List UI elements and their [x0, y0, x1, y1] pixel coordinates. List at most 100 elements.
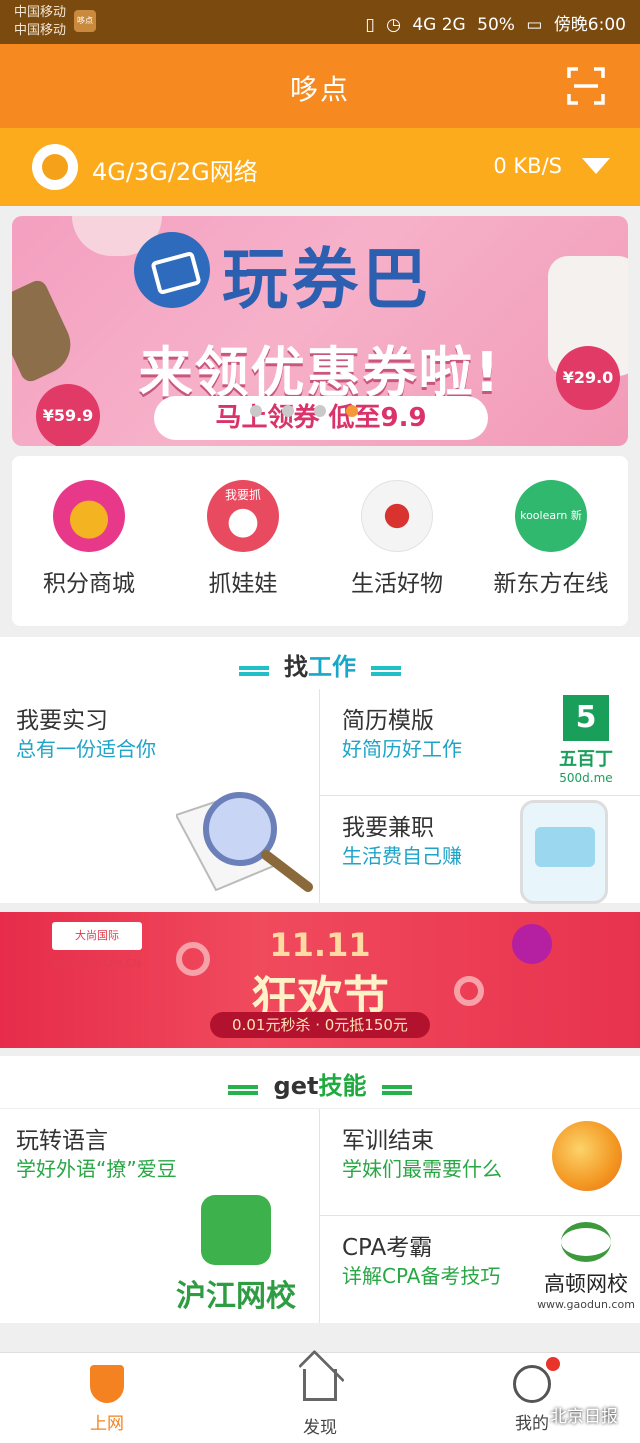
carrier-info: 中国移动 中国移动 [14, 4, 66, 40]
fox-logo-icon [552, 1121, 622, 1191]
scan-icon[interactable] [566, 66, 606, 106]
price-tag-left: ¥59.9 [36, 384, 100, 446]
card-subtitle: 学妹们最需要什么 [342, 1157, 502, 1181]
battery-icon: ▭ [526, 15, 543, 35]
leaf-icon [201, 1195, 271, 1265]
gaodun-logo: 高顿网校 www.gaodun.com [536, 1222, 636, 1318]
card-title: 军训结束 [342, 1128, 434, 1154]
card-title: 玩转语言 [16, 1128, 108, 1154]
section-title-prefix: get [273, 1072, 319, 1100]
section-title-prefix: 找 [284, 653, 308, 681]
network-type: 4G/3G/2G网络 [92, 158, 258, 186]
carousel-dot[interactable] [250, 405, 262, 417]
card-resume[interactable]: 简历模版 好简历好工作 5 五百丁 500d.me [320, 689, 640, 795]
section-title-highlight: 工作 [308, 653, 356, 681]
card-parttime[interactable]: 我要兼职 生活费自己赚 [320, 796, 640, 904]
clock: 傍晚6:00 [553, 15, 626, 35]
card-language[interactable]: 玩转语言 学好外语“撩”爱豆 沪江网校 [0, 1109, 319, 1323]
500d-logo-mark: 5 [563, 695, 609, 741]
section-title: get技能 [274, 1066, 367, 1101]
signal-icon: 4G 2G [412, 15, 466, 35]
ad-promo: 0.01元秒杀 · 0元抵150元 [210, 1012, 430, 1038]
card-subtitle: 生活费自己赚 [342, 844, 462, 868]
shortcut-label: 新东方在线 [493, 571, 609, 597]
notification-badge [546, 1357, 560, 1371]
status-right: ▯ ◷ 4G 2G 50% ▭ 傍晚6:00 [359, 10, 626, 35]
card-title: CPA考霸 [342, 1235, 433, 1261]
chevron-down-icon[interactable] [582, 158, 610, 174]
page-title: 哆点 [289, 73, 350, 106]
carrier-2: 中国移动 [14, 23, 67, 38]
card-cpa[interactable]: CPA考霸 详解CPA备考技巧 高顿网校 www.gaodun.com [320, 1216, 640, 1323]
carousel-dot-active[interactable] [346, 405, 358, 417]
promo-banner[interactable]: 玩券巴 来领优惠券啦! 马上领券 低至9.9 ¥59.9 ¥29.0 [12, 216, 628, 446]
section-header-jobs: 找工作 [0, 637, 640, 689]
network-status-bar[interactable]: 4G/3G/2G网络 0 KB/S [0, 128, 640, 206]
ad-headline-date: 11.11 [269, 926, 371, 964]
section-decoration-icon [238, 665, 269, 676]
section-title-highlight: 技能 [318, 1072, 367, 1100]
500d-logo: 5 五百丁 500d.me [548, 695, 624, 791]
gaodun-mark-icon [561, 1222, 611, 1262]
price-tag-right: ¥29.0 [556, 346, 620, 410]
koolearn-icon: koolearn 新东方在线 [515, 480, 587, 594]
shortcut-label: 积分商城 [43, 571, 135, 597]
carousel-dot[interactable] [314, 405, 326, 417]
shortcut-claw-machine[interactable]: 我要抓 抓娃娃 [166, 480, 320, 598]
shortcut-life-goods[interactable]: 生活好物 [320, 480, 474, 598]
user-icon [512, 1357, 560, 1405]
coins-icon [53, 480, 125, 552]
status-bar: 中国移动 中国移动 哆点 ▯ ◷ 4G 2G 50% ▭ 傍晚6:00 [0, 0, 640, 44]
magnifier-icon [176, 792, 313, 892]
watermark: 北京日报 [550, 1407, 618, 1427]
bottom-tab-bar: 上网 发现 我的 [0, 1352, 640, 1443]
500d-logo-url: 500d.me [559, 771, 613, 785]
tab-label: 上网 [90, 1414, 124, 1434]
card-subtitle: 详解CPA备考技巧 [342, 1264, 501, 1288]
phone-app-image [520, 800, 608, 904]
section-decoration-icon [381, 1084, 412, 1095]
battery-level: 50% [477, 15, 515, 35]
section-header-skills: get技能 [0, 1056, 640, 1108]
jobs-grid: 我要实习 总有一份适合你 简历模版 好简历好工作 5 五百丁 500d.me 我… [0, 689, 640, 904]
claw-machine-icon: 我要抓 [207, 480, 279, 552]
tab-discover[interactable]: 发现 [260, 1365, 380, 1438]
card-title: 简历模版 [342, 708, 434, 734]
card-title: 我要实习 [16, 708, 108, 734]
shortcut-label: 生活好物 [351, 571, 443, 597]
alarm-icon: ◷ [386, 15, 401, 35]
home-icon [300, 1369, 340, 1409]
card-internship[interactable]: 我要实习 总有一份适合你 [0, 689, 319, 903]
tab-internet[interactable]: 上网 [47, 1365, 167, 1434]
app-notification-icon: 哆点 [74, 10, 96, 32]
app-header: 哆点 [0, 44, 640, 128]
card-subtitle: 学好外语“撩”爱豆 [16, 1157, 177, 1181]
gaodun-logo-url: www.gaodun.com [537, 1298, 635, 1311]
section-title: 找工作 [284, 647, 356, 682]
hujiang-logo: 沪江网校 [166, 1195, 306, 1323]
shortcut-points-mall[interactable]: 积分商城 [12, 480, 166, 598]
shortcut-koolearn[interactable]: koolearn 新东方在线 新东方在线 [474, 480, 628, 598]
500d-logo-name: 五百丁 [559, 749, 613, 770]
carrier-logo-icon [32, 144, 78, 190]
ad-banner[interactable]: 大尚国际 DUSUN.COM.CN 11.11 狂欢节 0.01元秒杀 · 0元… [0, 912, 640, 1048]
skills-grid: 玩转语言 学好外语“撩”爱豆 沪江网校 军训结束 学妹们最需要什么 CPA考霸 … [0, 1109, 640, 1323]
shortcut-label: 抓娃娃 [208, 571, 278, 597]
vibrate-icon: ▯ [365, 15, 375, 35]
card-subtitle: 好简历好工作 [342, 737, 462, 761]
gaodun-logo-text: 高顿网校 [544, 1272, 628, 1296]
life-goods-icon [361, 480, 433, 552]
hujiang-logo-text: 沪江网校 [176, 1279, 296, 1314]
card-subtitle: 总有一份适合你 [16, 737, 156, 761]
coupon-icon [134, 232, 210, 308]
card-military-training[interactable]: 军训结束 学妹们最需要什么 [320, 1109, 640, 1215]
carousel-dot[interactable] [282, 405, 294, 417]
section-decoration-icon [228, 1084, 259, 1095]
wifi-shield-icon [87, 1365, 127, 1405]
banner-title: 玩券巴 [222, 241, 432, 318]
carousel-indicator [250, 402, 378, 421]
tab-label: 发现 [303, 1418, 337, 1438]
card-title: 我要兼职 [342, 815, 434, 841]
network-speed: 0 KB/S [493, 154, 562, 178]
shortcut-grid: 积分商城 我要抓 抓娃娃 生活好物 koolearn 新东方在线 新东方在线 [12, 456, 628, 626]
